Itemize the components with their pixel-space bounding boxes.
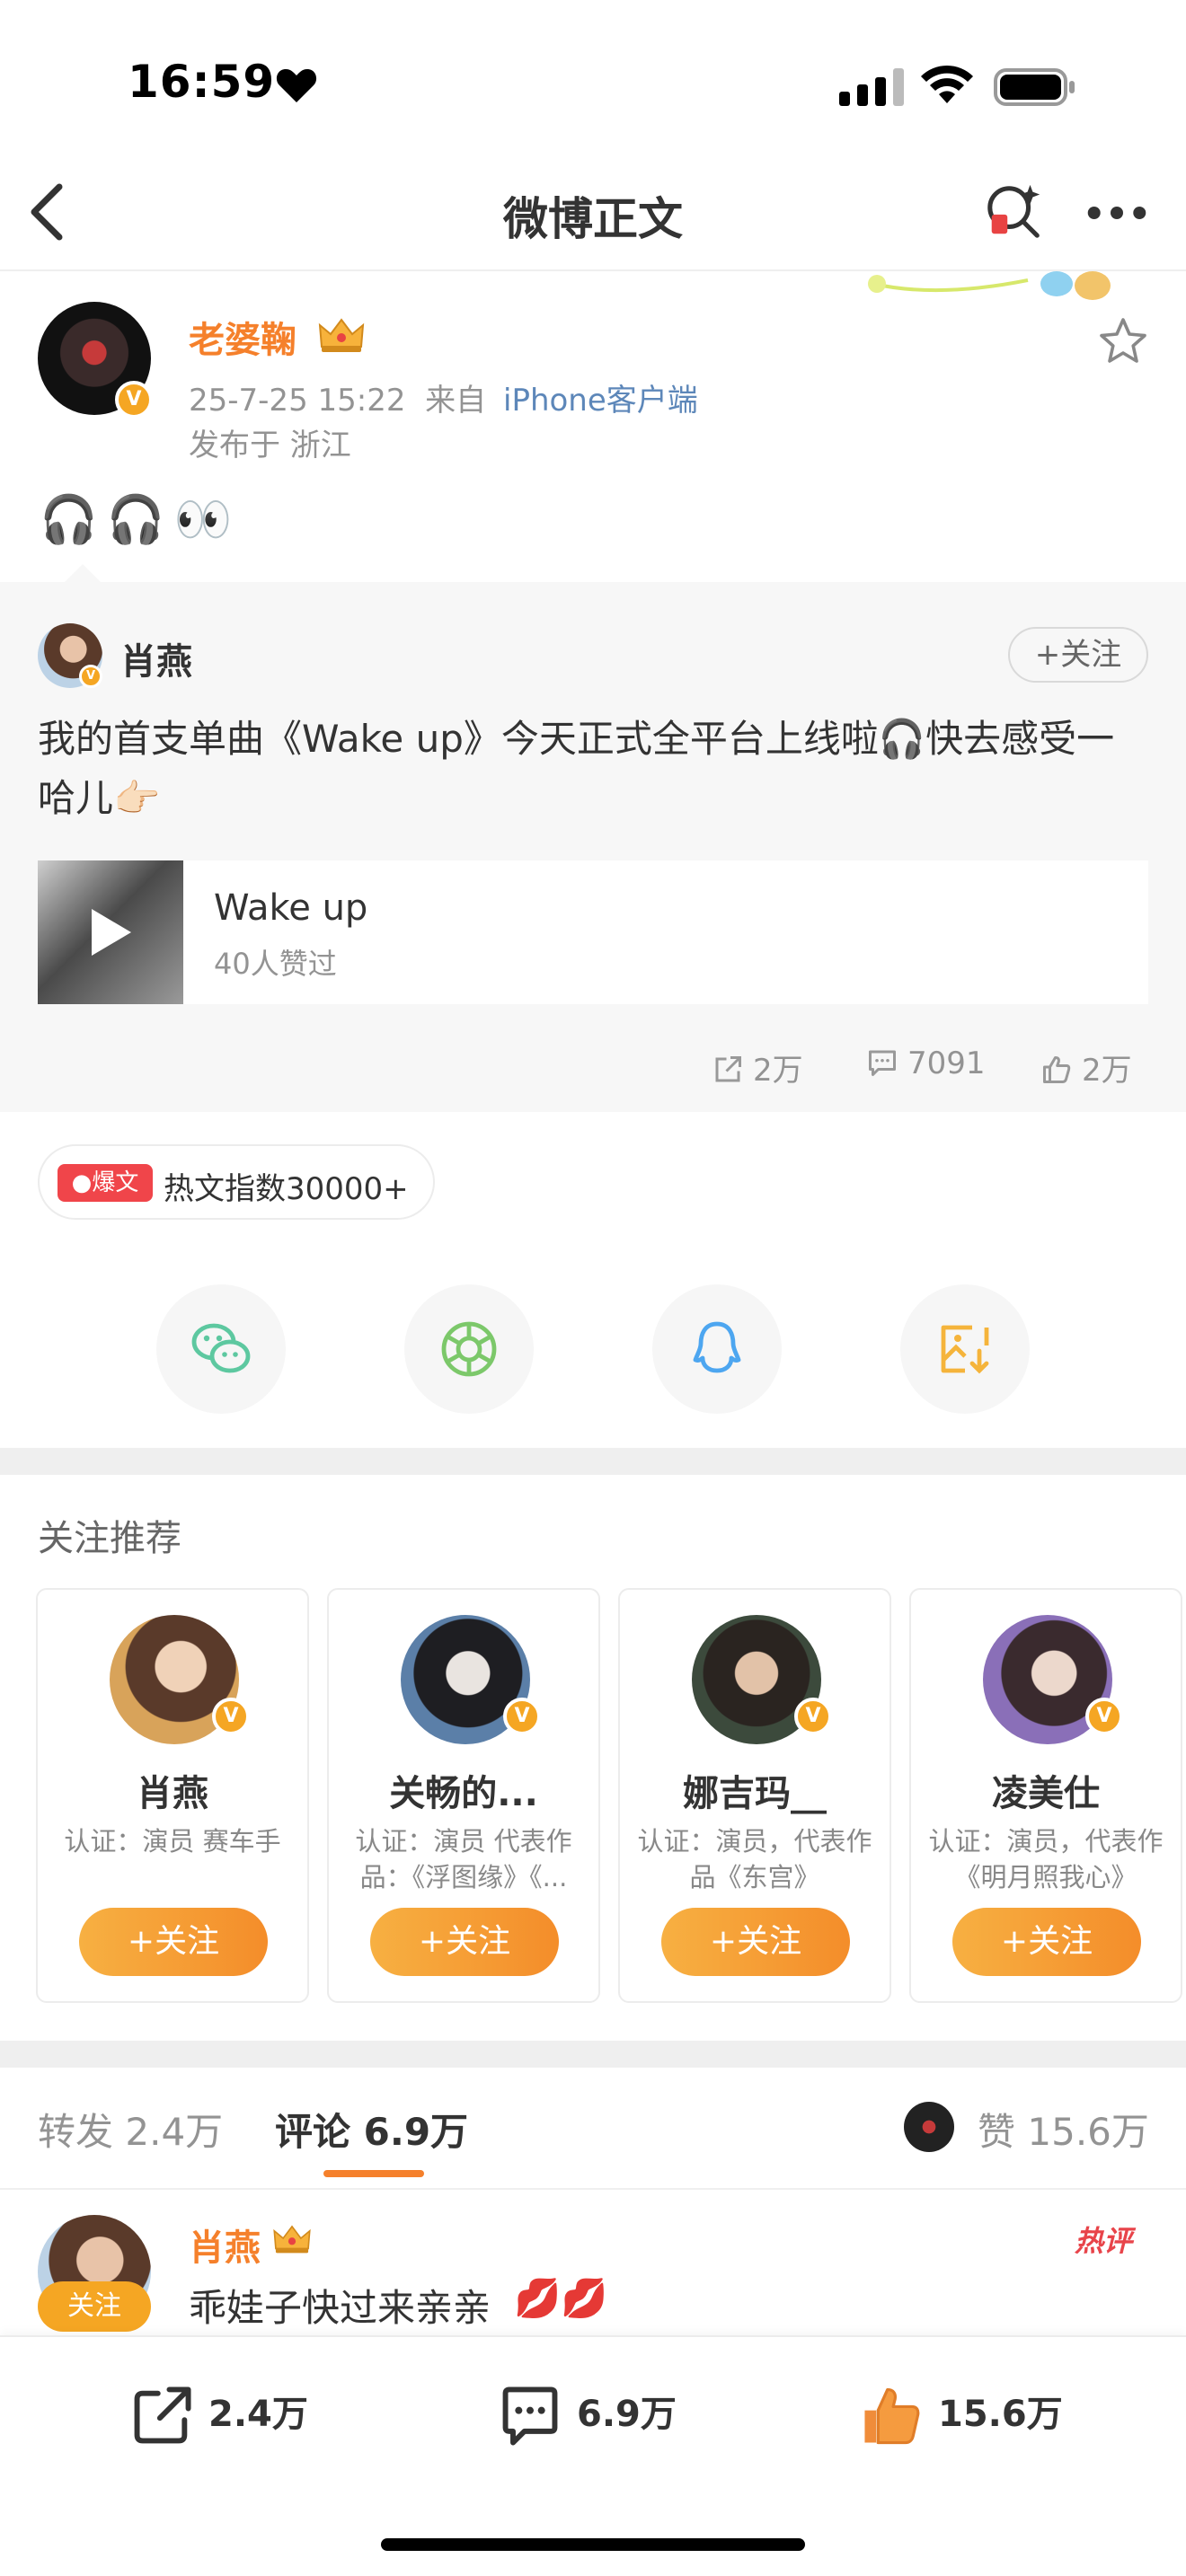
recommend-desc: 认证：演员，代表作品《东宫》 (637, 1826, 872, 1892)
retweet-author-name[interactable]: 肖燕 (120, 632, 192, 684)
verified-badge-icon: V (794, 1698, 832, 1735)
music-cover (38, 860, 183, 1004)
follow-button[interactable]: +关注 (952, 1908, 1141, 1976)
bottom-like-button[interactable]: 15.6万 (857, 2378, 1063, 2450)
verified-badge-icon: V (115, 381, 153, 419)
bottom-comment-button[interactable]: 6.9万 (496, 2378, 677, 2450)
recommend-desc: 认证：演员，代表作《明月照我心》 (928, 1826, 1164, 1892)
decoration-sticker-icon (868, 271, 1111, 300)
follow-button[interactable]: +关注 (661, 1908, 850, 1976)
section-divider (0, 2041, 1186, 2068)
tab-divider (0, 2188, 1186, 2190)
music-title: Wake up (214, 887, 368, 929)
comment-follow-button[interactable]: 关注 (38, 2281, 151, 2332)
post-source[interactable]: iPhone客户端 (503, 375, 698, 419)
crown-icon (318, 318, 365, 352)
ai-search-icon[interactable] (983, 180, 1046, 243)
retweet-repost-count[interactable]: 2万 (712, 1045, 803, 1090)
music-likes: 40人赞过 (214, 947, 337, 981)
recommend-desc: 认证：演员 代表作品：《浮图缘》《... (355, 1826, 572, 1892)
post-author-name[interactable]: 老婆鞠 (189, 311, 296, 363)
qq-icon (693, 1321, 741, 1373)
retweet-text: 我的首支单曲《Wake up》今天正式全平台上线啦🎧快去感受一哈儿👉🏻 (38, 717, 1115, 820)
hot-article-pill[interactable]: ●爆文 热文指数30000+ (38, 1144, 435, 1220)
hot-index-text: 热文指数30000+ (164, 1171, 409, 1207)
tab-comment[interactable]: 评论 6.9万 (275, 2102, 468, 2157)
recommend-name: 娜吉玛__ (683, 1773, 827, 1814)
wifi-icon (921, 65, 973, 103)
like-avatar (904, 2102, 954, 2152)
share-save-image-button[interactable] (900, 1284, 1030, 1414)
retweet-verified-badge-icon: V (79, 665, 102, 688)
retweet-follow-button[interactable]: +关注 (1008, 627, 1148, 683)
verified-badge-icon: V (503, 1698, 541, 1735)
home-indicator[interactable] (381, 2538, 805, 2551)
like-thumb-icon (1043, 1056, 1071, 1083)
repost-icon (715, 1056, 741, 1082)
tab-repost[interactable]: 转发 2.4万 (38, 2102, 223, 2157)
share-qq-button[interactable] (652, 1284, 782, 1414)
share-moments-button[interactable] (404, 1284, 534, 1414)
like-thumb-icon (864, 2387, 920, 2445)
post-location: 发布于 浙江 (189, 428, 351, 463)
comment-emoji: 💋💋 (514, 2276, 608, 2320)
recommend-title: 关注推荐 (38, 1518, 181, 1559)
recommend-card[interactable]: V 凌美仕 认证：演员，代表作《明月照我心》 +关注 (909, 1588, 1182, 2003)
recommend-card[interactable]: V 娜吉玛__ 认证：演员，代表作品《东宫》 +关注 (618, 1588, 891, 2003)
tab-active-indicator (323, 2170, 424, 2177)
music-card[interactable]: Wake up 40人赞过 (38, 860, 1148, 1004)
recommend-name: 凌美仕 (992, 1773, 1100, 1814)
battery-icon (994, 68, 1075, 106)
verified-badge-icon: V (212, 1698, 250, 1735)
section-divider (0, 1448, 1186, 1475)
hot-tag: ●爆文 (58, 1164, 153, 1202)
more-dots-icon[interactable] (1085, 203, 1148, 223)
recommend-name: 关畅的... (389, 1773, 538, 1814)
save-image-icon (941, 1325, 989, 1374)
cellular-signal-icon (839, 68, 904, 106)
comment-icon (502, 2386, 558, 2446)
favorite-star-icon[interactable] (1098, 316, 1148, 365)
status-time: 16:59 (128, 56, 276, 108)
recommend-name: 肖燕 (137, 1773, 208, 1814)
moments-icon (441, 1321, 497, 1377)
wechat-icon (191, 1323, 251, 1373)
retweet-notch (63, 564, 102, 584)
follow-button[interactable]: +关注 (370, 1908, 559, 1976)
recommend-card[interactable]: V 肖燕 认证：演员 赛车手 +关注 (36, 1588, 309, 2003)
post-timestamp: 25-7-25 15:22 来自 (189, 383, 487, 419)
comment-author-name[interactable]: 肖燕 (189, 2219, 261, 2271)
crown-icon (273, 2225, 311, 2254)
verified-badge-icon: V (1085, 1698, 1123, 1735)
play-icon[interactable] (88, 905, 135, 959)
flame-icon: ● (71, 1169, 93, 1196)
post-content: 🎧🎧👀 (40, 493, 242, 547)
tab-like[interactable]: 赞 15.6万 (978, 2102, 1149, 2157)
recommend-card[interactable]: V 关畅的... 认证：演员 代表作品：《浮图缘》《... +关注 (327, 1588, 600, 2003)
follow-button[interactable]: +关注 (79, 1908, 268, 1976)
comment-icon (869, 1050, 896, 1076)
heart-icon (276, 69, 317, 102)
retweet-like-count[interactable]: 2万 (1040, 1045, 1132, 1090)
retweet-comment-count[interactable]: 7091 (866, 1045, 986, 1081)
bottom-repost-button[interactable]: 2.4万 (128, 2378, 308, 2450)
comment-text: 乖娃子快过来亲亲 (189, 2286, 491, 2330)
share-wechat-button[interactable] (156, 1284, 286, 1414)
repost-icon (134, 2386, 191, 2444)
hot-comment-badge: 热评 (1075, 2224, 1133, 2258)
recommend-desc: 认证：演员 赛车手 (64, 1826, 281, 1857)
